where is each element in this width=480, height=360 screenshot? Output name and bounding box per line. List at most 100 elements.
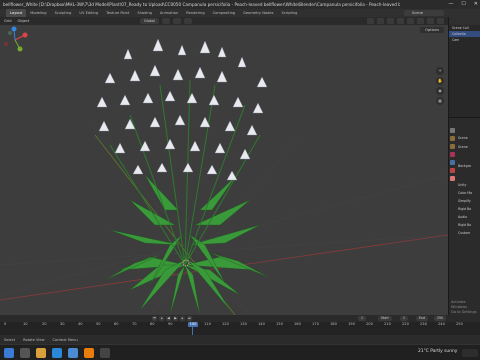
scene-selector[interactable]: Scene xyxy=(404,10,444,16)
scene-tab-icon[interactable] xyxy=(450,160,455,165)
tab-layout[interactable]: Layout xyxy=(6,9,27,17)
taskbar-app-icon[interactable] xyxy=(100,348,110,358)
snap-button[interactable] xyxy=(172,18,181,24)
current-frame-field[interactable]: 1 xyxy=(358,316,367,321)
tab-texture-paint[interactable]: Texture Paint xyxy=(102,9,133,17)
frame-tick: 210 xyxy=(384,322,391,326)
status-bar: Select Rotate View Context Menu xyxy=(0,335,480,344)
props-label-color-management[interactable]: Color Ma xyxy=(458,191,472,195)
tab-shading[interactable]: Shading xyxy=(133,9,156,17)
shading-rendered[interactable] xyxy=(437,18,444,24)
props-label-audio[interactable]: Audio xyxy=(458,215,467,219)
window-titlebar: bellflower_White [D:\Dropbox\MHL-3W\7\3d… xyxy=(0,0,480,9)
window-title: bellflower_White [D:\Dropbox\MHL-3W\7\3d… xyxy=(3,2,400,7)
pivot-button[interactable] xyxy=(161,18,170,24)
view-layer-tab-icon[interactable] xyxy=(450,152,455,157)
playhead-frame-indicator[interactable]: 100 xyxy=(188,322,198,327)
frame-tick: 60 xyxy=(114,322,119,326)
tab-modeling[interactable]: Modeling xyxy=(26,9,50,17)
navigation-gizmo[interactable] xyxy=(0,25,30,55)
frame-tick: 120 xyxy=(222,322,229,326)
file-explorer-icon[interactable] xyxy=(36,348,46,358)
3d-viewport[interactable]: Options + ✋ ◉ ▦ xyxy=(0,25,448,315)
outliner-row-camera[interactable]: Cam xyxy=(449,37,480,43)
close-button[interactable]: ✕ xyxy=(474,1,478,7)
props-label-background[interactable]: Backgro xyxy=(458,164,471,168)
grid-menu[interactable]: Grid xyxy=(4,19,12,23)
blender-icon[interactable] xyxy=(84,348,94,358)
prev-keyframe-icon[interactable]: ◂ xyxy=(159,316,164,321)
app-icon[interactable] xyxy=(68,348,78,358)
props-label-simplify[interactable]: Simplify xyxy=(458,199,471,203)
output-tab-icon[interactable] xyxy=(450,144,455,149)
play-icon[interactable]: ▶ xyxy=(173,316,178,321)
tab-uv-editing[interactable]: UV Editing xyxy=(75,9,102,17)
end-frame-field[interactable]: 250 xyxy=(434,316,447,321)
gizmo-toggle[interactable] xyxy=(377,18,384,24)
frame-tick: 50 xyxy=(96,322,101,326)
tab-sculpting[interactable]: Sculpting xyxy=(51,9,76,17)
playhead-line[interactable] xyxy=(192,327,193,335)
tab-scripting[interactable]: Scripting xyxy=(277,9,301,17)
tab-geometry-nodes[interactable]: Geometry Nodes xyxy=(239,9,277,17)
overlay-toggle[interactable] xyxy=(387,18,394,24)
object-menu[interactable]: Object xyxy=(18,19,30,23)
tab-rendering[interactable]: Rendering xyxy=(182,9,208,17)
timeline-ruler[interactable]: 0 10 20 30 40 50 60 70 80 90 110 120 130… xyxy=(0,322,480,328)
jump-end-icon[interactable]: ⏭ xyxy=(187,316,192,321)
render-tab-icon[interactable] xyxy=(450,136,455,141)
world-tab-icon[interactable] xyxy=(450,168,455,173)
proportional-edit-button[interactable] xyxy=(183,18,192,24)
frame-tick: 250 xyxy=(456,322,463,326)
tab-animation[interactable]: Animation xyxy=(156,9,182,17)
maximize-button[interactable]: ☐ xyxy=(461,1,465,7)
visibility-button[interactable] xyxy=(367,18,374,24)
camera-icon[interactable]: ◉ xyxy=(436,87,444,95)
props-label-custom-properties[interactable]: Custom xyxy=(458,231,470,235)
zoom-icon[interactable]: + xyxy=(436,67,444,75)
end-frame-label: End xyxy=(416,316,429,321)
frame-tick: 10 xyxy=(23,322,28,326)
status-hint-context-menu: Context Menu xyxy=(52,337,78,342)
start-frame-field[interactable]: 1 xyxy=(400,316,409,321)
next-keyframe-icon[interactable]: ▸ xyxy=(180,316,185,321)
window-controls: — ☐ ✕ xyxy=(448,1,478,7)
start-frame-label: Start xyxy=(378,316,392,321)
frame-tick: 170 xyxy=(312,322,319,326)
search-icon[interactable] xyxy=(20,348,30,358)
grid-view-icon[interactable]: ▦ xyxy=(436,97,444,105)
properties-panel: Scene Scene Backgro Unity Color Ma Simpl… xyxy=(448,117,480,315)
system-tray[interactable] xyxy=(462,349,478,357)
outliner-header xyxy=(449,17,480,25)
frame-tick: 140 xyxy=(258,322,265,326)
props-label-rigid-body-cache[interactable]: Rigid Bo xyxy=(458,223,471,227)
jump-start-icon[interactable]: ⏮ xyxy=(152,316,157,321)
props-label-scene[interactable]: Scene xyxy=(458,145,468,149)
transform-orientation[interactable]: Global xyxy=(140,18,159,24)
shading-material[interactable] xyxy=(427,18,434,24)
play-reverse-icon[interactable]: ◀ xyxy=(166,316,171,321)
shading-wireframe[interactable] xyxy=(407,18,414,24)
options-dropdown[interactable]: Options xyxy=(420,27,444,33)
shading-solid[interactable] xyxy=(417,18,424,24)
frame-tick: 90 xyxy=(168,322,173,326)
tab-compositing[interactable]: Compositing xyxy=(209,9,240,17)
props-label-units[interactable]: Unity xyxy=(458,183,466,187)
viewport-header: Grid Object Global xyxy=(0,17,448,25)
pan-hand-icon[interactable]: ✋ xyxy=(436,77,444,85)
frame-tick: 190 xyxy=(348,322,355,326)
object-tab-icon[interactable] xyxy=(450,176,455,181)
frame-tick: 40 xyxy=(78,322,83,326)
timeline-editor[interactable]: ⏮ ◂ ◀ ▶ ▸ ⏭ 1 Start 1 End 250 0 10 20 30… xyxy=(0,315,480,335)
props-label-rigid-body-world[interactable]: Rigid Bo xyxy=(458,207,471,211)
shading-tools xyxy=(367,18,444,24)
browser-icon[interactable] xyxy=(52,348,62,358)
frame-tick: 160 xyxy=(294,322,301,326)
weather-widget[interactable]: 21°C Partly sunny xyxy=(418,349,457,354)
tool-tab-icon[interactable] xyxy=(450,128,455,133)
frame-tick: 240 xyxy=(438,322,445,326)
xray-toggle[interactable] xyxy=(397,18,404,24)
frame-tick: 0 xyxy=(4,322,7,326)
minimize-button[interactable]: — xyxy=(448,1,453,7)
start-menu-icon[interactable] xyxy=(4,348,14,358)
